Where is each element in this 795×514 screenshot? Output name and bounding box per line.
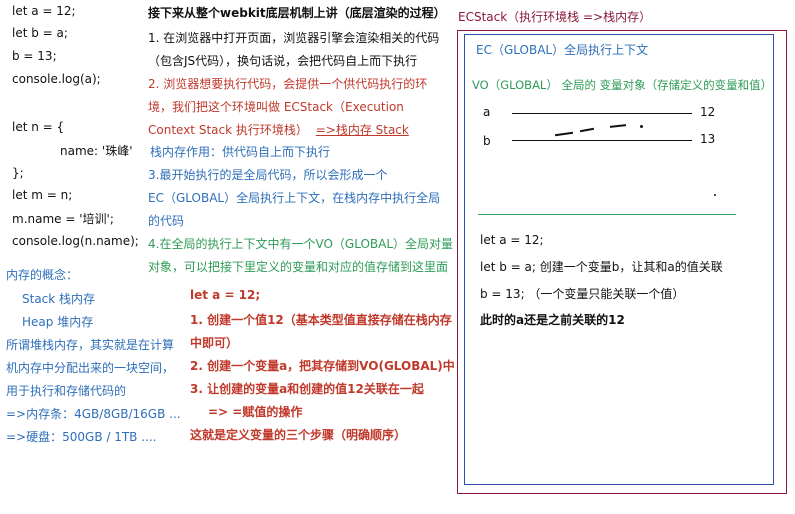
paragraph-3: EC（GLOBAL）全局执行上下文，在栈内存中执行全局 (148, 191, 441, 205)
paragraph-4: 4.在全局的执行上下文中有一个VO（GLOBAL）全局对量 (148, 237, 454, 251)
paragraph-1: 1. 在浏览器中打开页面，浏览器引擎会渲染相关的代码 (148, 31, 440, 45)
paragraph-2: Context Stack 执行环境栈） =>栈内存 Stack (148, 121, 415, 138)
assign-note: => =赋值的操作 (208, 405, 303, 419)
steps-summary: 这就是定义变量的三个步骤（明确顺序） (190, 428, 407, 442)
ec-code-line: b = 13; （一个变量只能关联一个值） (480, 287, 685, 301)
dot-mark (714, 194, 716, 196)
stack-label: Stack 栈内存 (22, 292, 96, 306)
ec-code-line: let a = 12; (480, 233, 544, 247)
value-12: 12 (700, 105, 716, 119)
code-line: m.name = '培训'; (12, 212, 114, 226)
code-line: let m = n; (12, 188, 73, 202)
paragraph-3: 的代码 (148, 214, 185, 228)
steps-title: let a = 12; (190, 288, 261, 302)
paragraph-3: 3.最开始执行的是全局代码，所以会形成一个 (148, 168, 388, 182)
ec-code-line: let b = a; 创建一个变量b，让其和a的值关联 (480, 260, 723, 274)
paragraph-2: 境，我们把这个环境叫做 ECStack（Execution (148, 100, 404, 114)
memory-ram: =>内存条：4GB/8GB/16GB ... (6, 407, 181, 421)
code-line: name: '珠峰' (60, 144, 133, 158)
paragraph-2: 2. 浏览器想要执行代码，会提供一个供代码执行的环 (148, 77, 428, 91)
memory-disk: =>硬盘：500GB / 1TB .... (6, 430, 157, 444)
code-line: let a = 12; (12, 4, 76, 18)
paragraph-2-text: Context Stack 执行环境栈） (148, 123, 308, 137)
heap-label: Heap 堆内存 (22, 315, 94, 329)
scribble-mark (640, 125, 643, 128)
step-1: 中即可） (190, 336, 239, 350)
memory-desc: 所谓堆栈内存，其实就是在计算 (6, 338, 175, 352)
link-line-b (512, 140, 692, 141)
code-line: }; (12, 166, 24, 180)
section-heading: 接下来从整个webkit底层机制上讲（底层渲染的过程） (148, 6, 446, 20)
paragraph-1: （包含JS代码），换句话说，会把代码自上而下执行 (148, 54, 418, 68)
stack-role: 栈内存作用：供代码自上而下执行 (150, 145, 331, 159)
code-line: b = 13; (12, 49, 57, 63)
ec-note: 此时的a还是之前关联的12 (480, 313, 625, 327)
code-line: console.log(n.name); (12, 234, 139, 248)
step-1: 1. 创建一个值12（基本类型值直接存储在栈内存 (190, 313, 452, 327)
paragraph-4: 对象，可以把接下里定义的变量和对应的值存储到这里面 (148, 260, 449, 274)
code-line: let b = a; (12, 26, 68, 40)
variable-a: a (483, 105, 491, 119)
vo-global-title: VO（GLOBAL） 全局的 变量对象（存储定义的变量和值） (472, 78, 773, 92)
code-line: let n = { (12, 120, 65, 134)
value-13: 13 (700, 132, 716, 146)
ec-global-title: EC（GLOBAL）全局执行上下文 (476, 43, 649, 57)
variable-b: b (483, 134, 491, 148)
memory-desc: 机内存中分配出来的一块空间， (6, 361, 175, 375)
step-3: 3. 让创建的变量a和创建的值12关联在一起 (190, 382, 424, 396)
memory-title: 内存的概念： (6, 268, 79, 282)
memory-desc: 用于执行和存储代码的 (6, 384, 127, 398)
code-line: console.log(a); (12, 72, 101, 86)
step-2: 2. 创建一个变量a，把其存储到VO(GLOBAL)中 (190, 359, 455, 373)
link-line-a (512, 113, 692, 114)
vo-separator (478, 214, 736, 215)
stack-link-text: =>栈内存 Stack (315, 123, 409, 137)
ecstack-title: ECStack（执行环境栈 =>栈内存） (458, 10, 652, 24)
